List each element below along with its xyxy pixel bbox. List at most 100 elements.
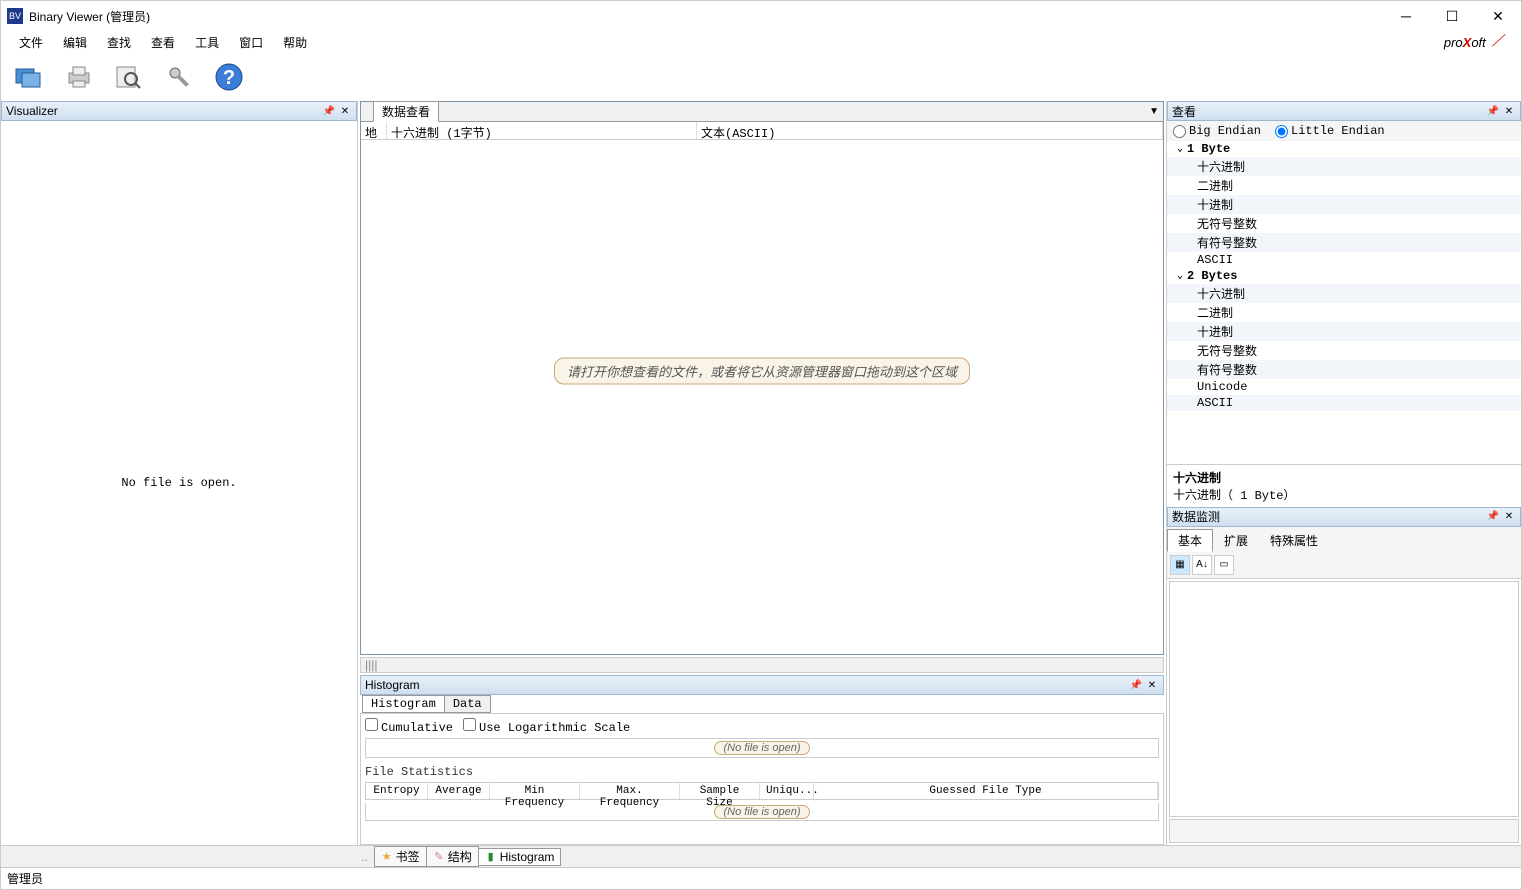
col-uniq[interactable]: Uniqu...	[760, 783, 814, 799]
tab-data[interactable]: Data	[444, 695, 491, 713]
chart-icon: ▮	[485, 851, 497, 863]
tree-item[interactable]: 二进制	[1167, 303, 1521, 322]
open-button[interactable]	[7, 57, 51, 97]
minimize-button[interactable]: ─	[1383, 1, 1429, 31]
stats-header: Entropy Average Min Frequency Max. Frequ…	[365, 782, 1159, 800]
detail-sub: 十六进制（ 1 Byte）	[1173, 486, 1515, 503]
histogram-header: Histogram 📌 ✕	[360, 675, 1164, 695]
view-tree[interactable]: ⌄1 Byte 十六进制 二进制 十进制 无符号整数 有符号整数 ASCII ⌄…	[1167, 141, 1521, 464]
window-title: Binary Viewer (管理员)	[29, 8, 1383, 25]
stats-empty: (No file is open)	[365, 803, 1159, 821]
col-text[interactable]: 文本(ASCII)	[697, 122, 1163, 139]
pin-icon[interactable]: 📌	[1129, 678, 1143, 692]
menu-window[interactable]: 窗口	[229, 32, 273, 53]
group-1byte[interactable]: ⌄1 Byte	[1167, 141, 1521, 157]
cumulative-checkbox[interactable]: Cumulative	[365, 718, 453, 735]
tree-item[interactable]: 十六进制	[1167, 284, 1521, 303]
help-icon: ?	[213, 61, 245, 93]
col-entropy[interactable]: Entropy	[366, 783, 428, 799]
detail-title: 十六进制	[1173, 469, 1515, 486]
nofile-label: (No file is open)	[714, 805, 809, 819]
little-endian-radio[interactable]: Little Endian	[1275, 124, 1385, 138]
tree-item[interactable]: ASCII	[1167, 252, 1521, 268]
big-endian-radio[interactable]: Big Endian	[1173, 124, 1261, 138]
sort-button[interactable]: A↓	[1192, 555, 1212, 575]
visualizer-empty-label: No file is open.	[121, 476, 236, 490]
tree-item[interactable]: 二进制	[1167, 176, 1521, 195]
tree-item[interactable]: 十六进制	[1167, 157, 1521, 176]
pin-icon[interactable]: 📌	[1486, 510, 1500, 524]
menu-help[interactable]: 帮助	[273, 32, 317, 53]
ruler-bar: ||||	[360, 657, 1164, 673]
tree-item[interactable]: Unicode	[1167, 379, 1521, 395]
col-average[interactable]: Average	[428, 783, 490, 799]
group-2bytes[interactable]: ⌄2 Bytes	[1167, 268, 1521, 284]
tree-item[interactable]: 十进制	[1167, 195, 1521, 214]
titlebar: BV Binary Viewer (管理员) ─ ☐ ✕	[1, 1, 1521, 31]
monitor-title: 数据监测	[1172, 508, 1484, 525]
grid-header: 地 十六进制 (1字节) 文本(ASCII)	[361, 122, 1163, 140]
menubar: 文件 编辑 查找 查看 工具 窗口 帮助 proXoft ⟋	[1, 31, 1521, 53]
visualizer-title: Visualizer	[6, 104, 320, 118]
tab-bookmark[interactable]: ★书签	[374, 846, 427, 867]
tree-item[interactable]: 有符号整数	[1167, 233, 1521, 252]
status-label: 管理员	[7, 870, 43, 887]
close-icon[interactable]: ✕	[1502, 510, 1516, 524]
col-minf[interactable]: Min Frequency	[490, 783, 580, 799]
print-button[interactable]	[57, 57, 101, 97]
histogram-panel: Histogram 📌 ✕ Histogram Data Cumulative …	[360, 675, 1164, 845]
help-button[interactable]: ?	[207, 57, 251, 97]
logscale-checkbox[interactable]: Use Logarithmic Scale	[463, 718, 630, 735]
tab-basic[interactable]: 基本	[1167, 529, 1213, 552]
tab-histogram[interactable]: ▮Histogram	[478, 848, 562, 866]
props-button[interactable]: ▭	[1214, 555, 1234, 575]
categorize-button[interactable]: ▦	[1170, 555, 1190, 575]
monitor-body[interactable]	[1169, 581, 1519, 817]
tree-item[interactable]: 无符号整数	[1167, 214, 1521, 233]
col-hex[interactable]: 十六进制 (1字节)	[387, 122, 697, 139]
tab-ext[interactable]: 扩展	[1213, 529, 1259, 552]
placeholder-message: 请打开你想查看的文件，或者将它从资源管理器窗口拖动到这个区域	[554, 358, 970, 385]
bottom-tabs: .. ★书签 ✎结构 ▮Histogram	[1, 845, 1521, 867]
menu-tools[interactable]: 工具	[185, 32, 229, 53]
col-maxf[interactable]: Max. Frequency	[580, 783, 680, 799]
close-icon[interactable]: ✕	[338, 104, 352, 118]
svg-text:?: ?	[223, 67, 235, 89]
col-guess[interactable]: Guessed File Type	[814, 783, 1158, 799]
pin-icon[interactable]: 📌	[322, 104, 336, 118]
tab-histogram[interactable]: Histogram	[362, 695, 445, 713]
tree-item[interactable]: 有符号整数	[1167, 360, 1521, 379]
search-button[interactable]	[107, 57, 151, 97]
histogram-empty: (No file is open)	[365, 738, 1159, 758]
view-header: 查看 📌 ✕	[1167, 101, 1521, 121]
tab-data-view[interactable]: 数据查看	[373, 101, 439, 122]
menu-view[interactable]: 查看	[141, 32, 185, 53]
maximize-button[interactable]: ☐	[1429, 1, 1475, 31]
wrench-icon[interactable]: ⟋	[1492, 33, 1503, 51]
tab-special[interactable]: 特殊属性	[1259, 529, 1329, 552]
close-button[interactable]: ✕	[1475, 1, 1521, 31]
settings-icon	[163, 61, 195, 93]
grid-body[interactable]: 请打开你想查看的文件，或者将它从资源管理器窗口拖动到这个区域	[361, 140, 1163, 654]
app-icon: BV	[7, 8, 23, 24]
pin-icon[interactable]: 📌	[1486, 104, 1500, 118]
menu-file[interactable]: 文件	[9, 32, 53, 53]
visualizer-panel: Visualizer 📌 ✕ No file is open.	[1, 101, 358, 845]
tree-item[interactable]: 十进制	[1167, 322, 1521, 341]
tree-item[interactable]: ASCII	[1167, 395, 1521, 411]
col-sample[interactable]: Sample Size	[680, 783, 760, 799]
menu-edit[interactable]: 编辑	[53, 32, 97, 53]
view-detail: 十六进制 十六进制（ 1 Byte）	[1167, 464, 1521, 507]
chevron-down-icon: ⌄	[1177, 143, 1183, 155]
file-stats-label: File Statistics	[365, 765, 1159, 779]
menu-find[interactable]: 查找	[97, 32, 141, 53]
close-icon[interactable]: ✕	[1145, 678, 1159, 692]
close-icon[interactable]: ✕	[1502, 104, 1516, 118]
tab-dropdown-icon[interactable]: ▼	[1149, 106, 1159, 117]
tab-structure[interactable]: ✎结构	[426, 846, 479, 867]
view-title: 查看	[1172, 103, 1484, 120]
col-addr[interactable]: 地	[361, 122, 387, 139]
tree-item[interactable]: 无符号整数	[1167, 341, 1521, 360]
settings-button[interactable]	[157, 57, 201, 97]
visualizer-body: No file is open.	[1, 121, 357, 845]
